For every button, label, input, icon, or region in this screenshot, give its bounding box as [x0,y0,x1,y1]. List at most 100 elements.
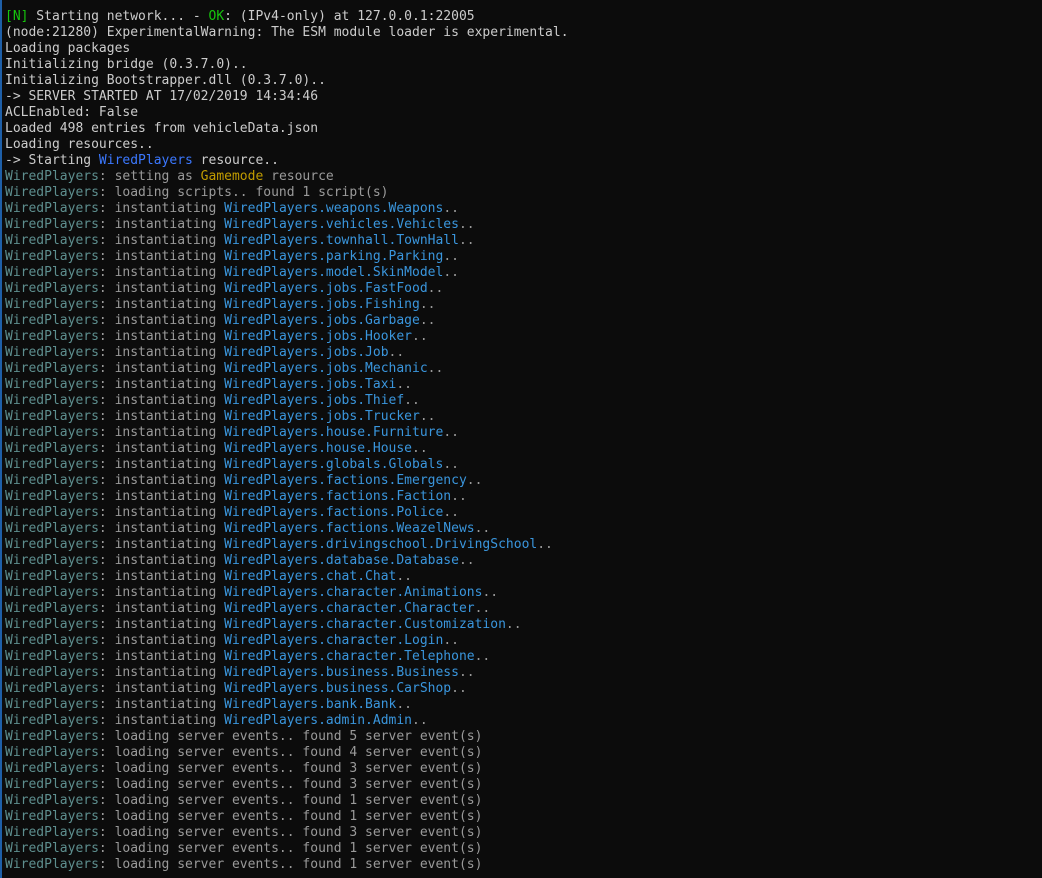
console-text-segment: : instantiating [98,649,225,664]
console-text-segment: : instantiating [98,697,225,712]
console-text-segment: WiredPlayers [5,169,99,184]
console-text-segment: WiredPlayers.character.Customization [224,617,506,632]
console-text-segment: WiredPlayers [5,521,99,536]
console-text-segment: .. [458,217,475,232]
console-text-segment: .. [458,233,475,248]
console-line: Loaded 498 entries from vehicleData.json [5,121,569,137]
console-text-segment: WiredPlayers.jobs.FastFood [224,281,428,296]
console-text-segment: WiredPlayers [5,729,99,744]
console-line: WiredPlayers: instantiating WiredPlayers… [5,601,569,617]
console-text-segment: WiredPlayers [5,585,99,600]
console-text-segment: : instantiating [98,553,225,568]
console-text-segment: WiredPlayers [5,329,99,344]
console-text-segment: WiredPlayers.database.Database [224,553,459,568]
console-text-segment: .. [419,297,436,312]
console-text-segment: : instantiating [98,361,225,376]
console-text-segment: WiredPlayers [5,841,99,856]
console-text-segment: .. [443,633,459,648]
console-text-segment: WiredPlayers [5,361,99,376]
console-text-segment: WiredPlayers.admin.Admin [224,713,412,728]
console-text-segment: : instantiating [98,569,225,584]
console-text-segment: WiredPlayers [5,281,99,296]
console-text-segment: : instantiating [98,249,225,264]
console-line: WiredPlayers: instantiating WiredPlayers… [5,281,569,297]
console-line: Initializing bridge (0.3.7.0).. [5,57,569,73]
console-text-segment: : instantiating [98,297,225,312]
console-line: Initializing Bootstrapper.dll (0.3.7.0).… [5,73,569,89]
console-text-segment: : instantiating [98,585,225,600]
console-text-segment: : instantiating [98,457,225,472]
console-line: WiredPlayers: instantiating WiredPlayers… [5,457,569,473]
console-line: Loading packages [5,41,569,57]
console-text-segment: WiredPlayers [5,393,99,408]
console-text-segment: WiredPlayers [5,777,99,792]
console-text-segment: WiredPlayers.jobs.Garbage [224,313,420,328]
console-text-segment: .. [443,457,459,472]
console-text-segment: WiredPlayers.jobs.Trucker [224,409,420,424]
console-text-segment: : instantiating [98,601,225,616]
console-text-segment: WiredPlayers [5,713,99,728]
console-line: ACLEnabled: False [5,105,569,121]
console-text-segment: .. [443,265,459,280]
console-text-segment: .. [474,521,491,536]
console-text-segment: .. [451,681,467,696]
console-text-segment: OK [208,9,225,24]
console-line: WiredPlayers: loading server events.. fo… [5,777,569,793]
console-line: -> Starting WiredPlayers resource.. [5,153,569,169]
console-text-segment: : loading server events.. found 1 server… [98,793,483,808]
console-text-segment: WiredPlayers.house.House [224,441,412,456]
console-output: [N] Starting network... - OK: (IPv4-only… [5,9,569,873]
console-text-segment: .. [419,313,436,328]
console-text-segment: .. [458,665,475,680]
console-text-segment: .. [396,377,412,392]
console-text-segment: : instantiating [98,633,225,648]
console-line: WiredPlayers: loading server events.. fo… [5,809,569,825]
console-text-segment: WiredPlayers [5,793,99,808]
console-window[interactable]: [N] Starting network... - OK: (IPv4-only… [0,0,1042,878]
console-text-segment: Initializing Bootstrapper.dll (0.3.7.0).… [5,73,326,88]
console-text-segment: : loading scripts.. found 1 script(s) [98,185,389,200]
console-line: WiredPlayers: instantiating WiredPlayers… [5,665,569,681]
console-text-segment: .. [396,697,412,712]
console-line: -> SERVER STARTED AT 17/02/2019 14:34:46 [5,89,569,105]
console-text-segment: .. [404,393,420,408]
console-text-segment: : loading server events.. found 3 server… [98,761,483,776]
console-text-segment: WiredPlayers [5,697,99,712]
console-text-segment: : instantiating [98,345,225,360]
console-line: WiredPlayers: setting as Gamemode resour… [5,169,569,185]
console-line: WiredPlayers: loading server events.. fo… [5,729,569,745]
console-text-segment: WiredPlayers [98,153,193,168]
console-text-segment: WiredPlayers.globals.Globals [224,457,444,472]
console-text-segment: : instantiating [98,441,225,456]
console-line: WiredPlayers: instantiating WiredPlayers… [5,585,569,601]
console-text-segment: WiredPlayers [5,681,99,696]
console-line: WiredPlayers: instantiating WiredPlayers… [5,265,569,281]
console-text-segment: WiredPlayers.parking.Parking [224,249,444,264]
console-text-segment: .. [451,489,467,504]
console-text-segment: .. [443,249,459,264]
console-text-segment: WiredPlayers.jobs.Hooker [224,329,412,344]
console-line: WiredPlayers: instantiating WiredPlayers… [5,329,569,345]
console-text-segment: .. [474,649,491,664]
console-text-segment: : instantiating [98,537,225,552]
console-text-segment: : instantiating [98,201,225,216]
console-text-segment: : instantiating [98,377,225,392]
console-text-segment: WiredPlayers [5,601,99,616]
console-line: WiredPlayers: instantiating WiredPlayers… [5,425,569,441]
console-text-segment: WiredPlayers [5,761,99,776]
console-text-segment: Gamemode [200,169,264,184]
console-line: WiredPlayers: instantiating WiredPlayers… [5,441,569,457]
console-text-segment: : loading server events.. found 1 server… [98,841,483,856]
console-text-segment: WiredPlayers.jobs.Thief [224,393,405,408]
console-text-segment: : instantiating [98,617,225,632]
console-text-segment: (node:21280) ExperimentalWarning: The ES… [5,25,569,40]
console-text-segment: WiredPlayers [5,249,99,264]
console-text-segment: WiredPlayers.factions.Police [224,505,444,520]
console-text-segment: WiredPlayers [5,233,99,248]
console-text-segment: WiredPlayers [5,649,99,664]
console-text-segment: WiredPlayers.business.CarShop [224,681,452,696]
console-text-segment: .. [443,425,459,440]
console-text-segment: WiredPlayers.drivingschool.DrivingSchool [224,537,538,552]
console-text-segment: WiredPlayers [5,505,99,520]
console-text-segment: .. [482,585,499,600]
